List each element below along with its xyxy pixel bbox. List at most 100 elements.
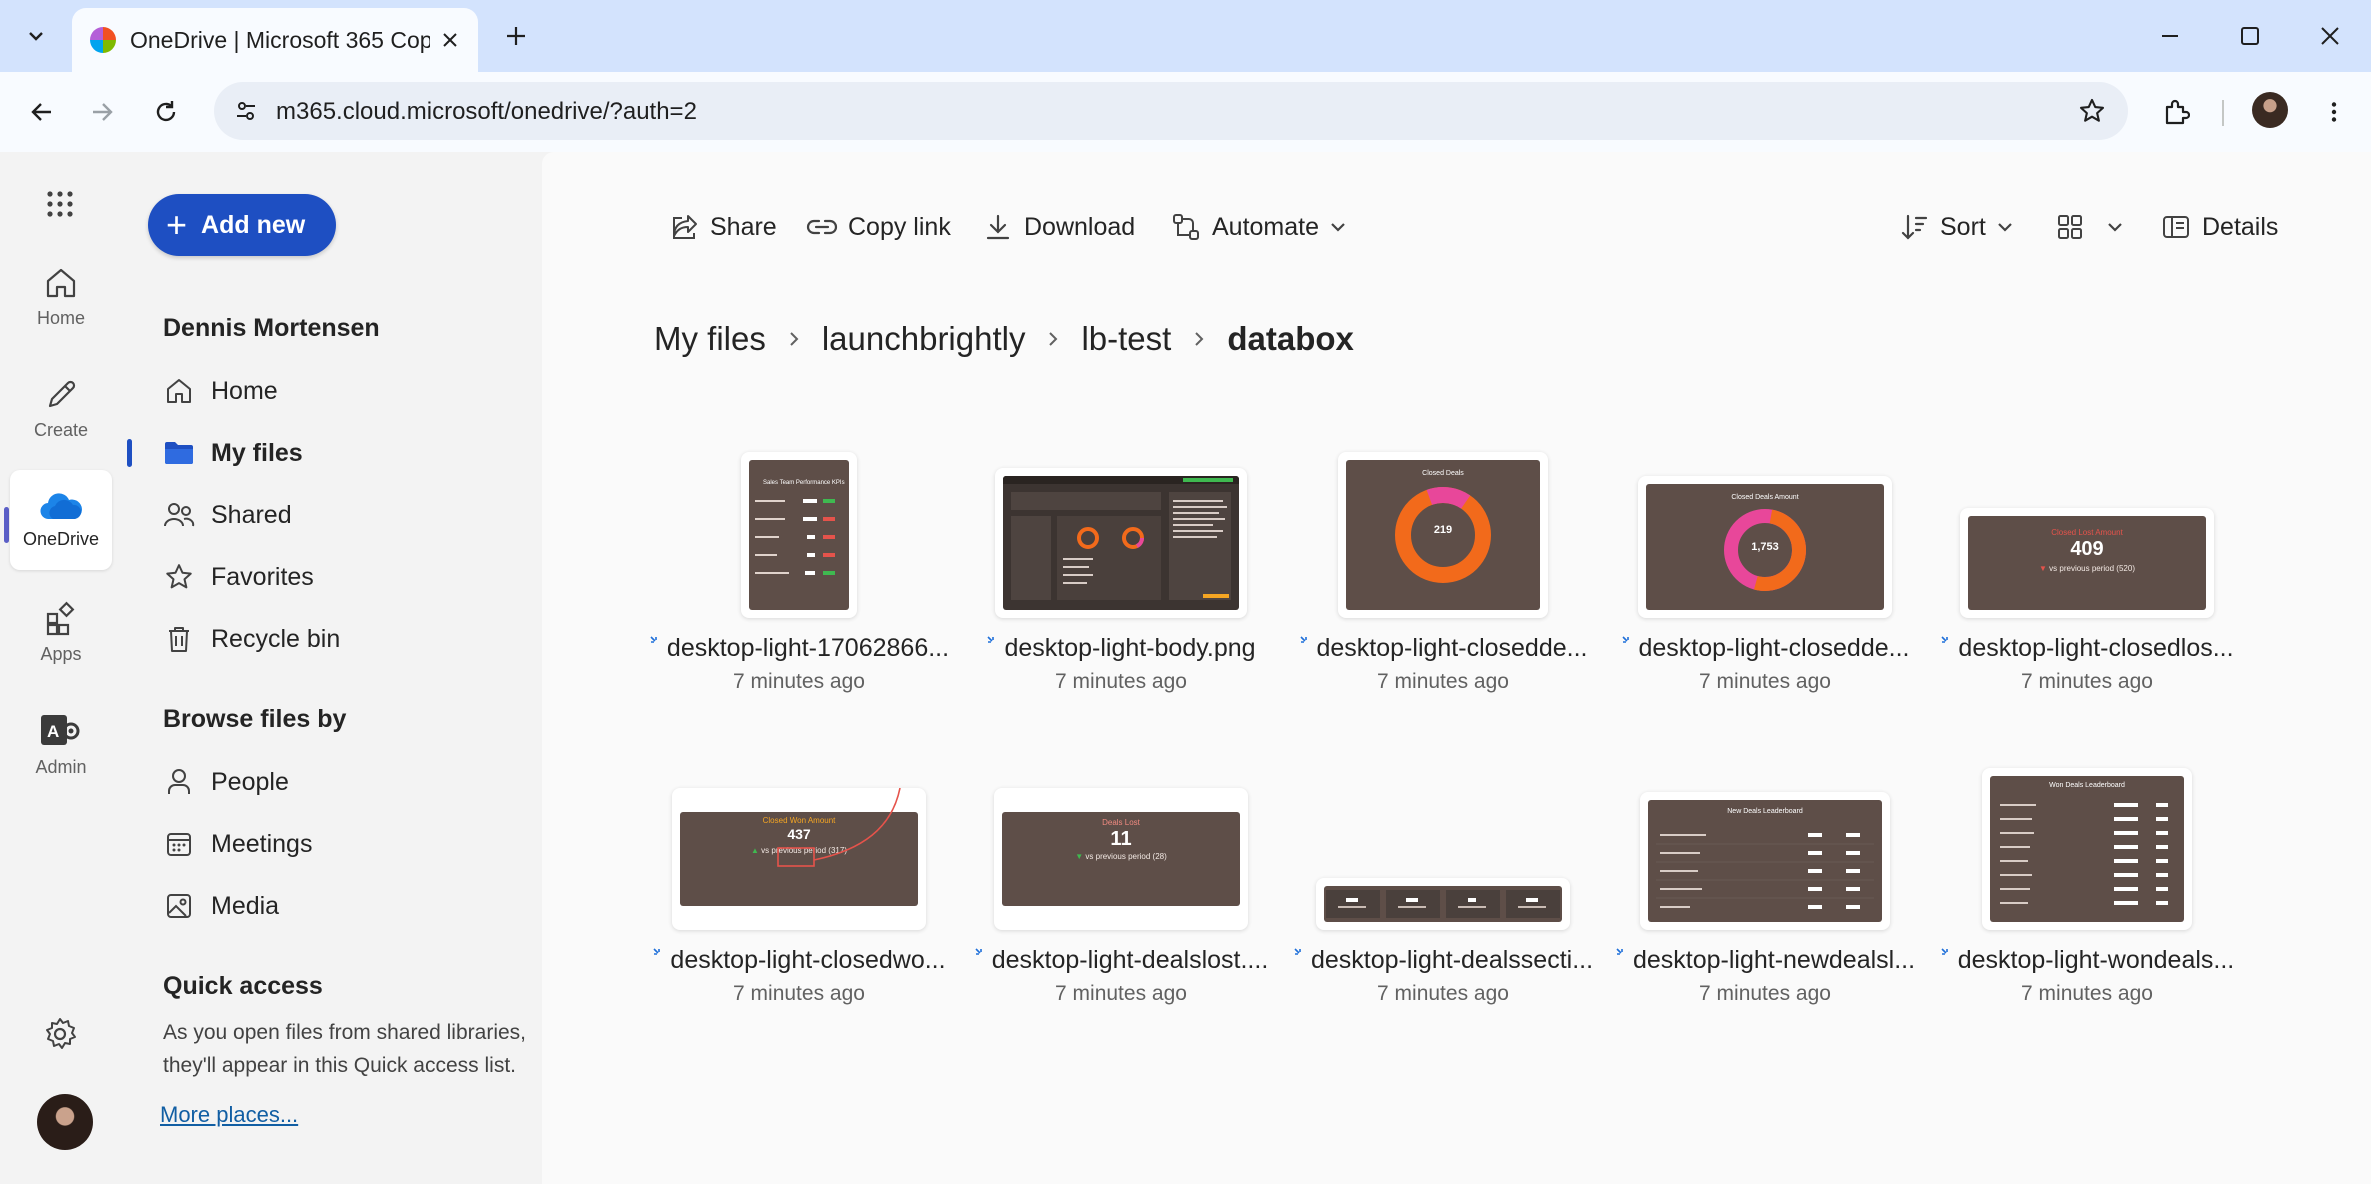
file-tile[interactable]: desktop-light-body.png 7 minutes ago	[966, 448, 1276, 698]
nav-item-label: People	[211, 767, 289, 796]
share-label: Share	[710, 212, 777, 241]
automate-button[interactable]: Automate	[1170, 204, 1347, 250]
share-icon	[668, 211, 700, 243]
add-new-button[interactable]: + Add new	[148, 194, 336, 256]
minimize-button[interactable]	[2142, 12, 2198, 60]
nav-item-favorites[interactable]: Favorites	[163, 552, 523, 602]
rail-item-label: Admin	[35, 756, 87, 777]
more-places-link[interactable]: More places...	[160, 1102, 298, 1128]
file-tile[interactable]: Deals Lost 11 ▼ vs previous period (28) …	[966, 760, 1276, 1010]
thumbnail-title: Sales Team Performance KPIs	[763, 480, 845, 486]
arrow-right-icon	[93, 103, 113, 121]
new-file-sparkle-icon	[987, 635, 995, 643]
browser-profile-avatar[interactable]	[2252, 92, 2288, 128]
donut-thumbnail-image: Closed Deals 219	[1346, 460, 1540, 610]
file-tile[interactable]: New Deals Leaderboard desktop-light-newd…	[1610, 760, 1920, 1010]
file-tile[interactable]: Sales Team Performance KPIs desktop-ligh…	[644, 448, 954, 698]
nav-item-shared[interactable]: Shared	[163, 490, 523, 540]
rail-item-onedrive[interactable]: OneDrive	[10, 470, 112, 570]
file-tile[interactable]: desktop-light-dealssecti... 7 minutes ag…	[1288, 760, 1598, 1010]
sort-button[interactable]: Sort	[1898, 204, 2014, 250]
rail-item-create[interactable]: Create	[10, 358, 112, 458]
share-button[interactable]: Share	[668, 204, 777, 250]
new-tab-button[interactable]	[496, 16, 536, 56]
browser-tabstrip: OneDrive | Microsoft 365 Copilot	[0, 0, 2371, 72]
file-thumbnail: Closed Deals Amount 1,753	[1610, 448, 1920, 618]
thumbnail-title: Deals Lost	[1102, 818, 1140, 827]
puzzle-icon	[2165, 99, 2190, 125]
browser-menu-button[interactable]	[2312, 90, 2356, 134]
details-button[interactable]: Details	[2160, 204, 2278, 250]
maximize-button[interactable]	[2222, 12, 2278, 60]
file-name-text: desktop-light-17062866...	[666, 634, 950, 662]
chevron-right-icon	[786, 329, 802, 349]
file-name-text: desktop-light-dealssecti...	[1310, 946, 1594, 974]
donut-value: 219	[1433, 524, 1453, 536]
file-tile[interactable]: Won Deals Leaderboard desktop-light-wond…	[1932, 760, 2242, 1010]
download-button[interactable]: Download	[982, 204, 1135, 250]
metric-thumbnail-image: Deals Lost 11 ▼ vs previous period (28)	[1002, 812, 1240, 906]
new-file-sparkle-icon	[975, 947, 982, 955]
rail-item-admin[interactable]: A Admin	[10, 694, 112, 794]
close-icon	[443, 33, 457, 47]
site-info-button[interactable]	[226, 91, 266, 131]
apps-icon	[46, 601, 75, 635]
minimize-icon	[2162, 35, 2178, 37]
rail-item-home[interactable]: Home	[10, 246, 112, 346]
metric-value: 11	[1110, 828, 1132, 850]
new-file-sparkle-icon	[1299, 635, 1307, 643]
file-name: desktop-light-wondeals...	[1932, 946, 2242, 975]
sort-label: Sort	[1940, 212, 1986, 241]
nav-item-my-files[interactable]: My files	[163, 428, 523, 478]
file-name: desktop-light-closedde...	[1610, 634, 1920, 663]
forward-button[interactable]	[80, 90, 124, 134]
tab-search-button[interactable]	[14, 14, 58, 58]
maximize-icon	[2241, 27, 2259, 45]
leaderboard-thumbnail-image: New Deals Leaderboard	[1648, 800, 1882, 922]
browser-tab-active[interactable]: OneDrive | Microsoft 365 Copilot	[72, 8, 478, 72]
bookmark-star-button[interactable]	[2074, 93, 2110, 129]
file-name: desktop-light-closedlos...	[1932, 634, 2242, 663]
back-button[interactable]	[20, 90, 64, 134]
reload-button[interactable]	[144, 90, 188, 134]
breadcrumb-item-my-files[interactable]: My files	[654, 320, 766, 358]
details-label: Details	[2202, 212, 2279, 241]
file-thumbnail: Closed Won Amount 437 ▲ vs previous peri…	[644, 760, 954, 930]
extensions-button[interactable]	[2154, 90, 2198, 134]
breadcrumb-item-lb-test[interactable]: lb-test	[1081, 320, 1171, 358]
copy-link-button[interactable]: Copy link	[806, 204, 951, 250]
rail-item-apps[interactable]: Apps	[10, 582, 112, 682]
file-modified: 7 minutes ago	[1699, 982, 1831, 1005]
file-thumbnail: Closed Lost Amount 409 ▼ vs previous per…	[1932, 448, 2242, 618]
rail-item-label: Apps	[40, 643, 82, 664]
nav-item-meetings[interactable]: Meetings	[163, 819, 523, 869]
file-tile[interactable]: Closed Won Amount 437 ▲ vs previous peri…	[644, 760, 954, 1010]
address-bar[interactable]: m365.cloud.microsoft/onedrive/?auth=2	[214, 82, 2128, 140]
file-name: desktop-light-body.png	[966, 634, 1276, 663]
more-vertical-icon	[2331, 102, 2337, 122]
file-tile[interactable]: Closed Lost Amount 409 ▼ vs previous per…	[1932, 448, 2242, 698]
donut-thumbnail-image: Closed Deals Amount 1,753	[1646, 484, 1884, 610]
onedrive-cloud-icon	[40, 492, 82, 519]
file-tile[interactable]: Closed Deals Amount 1,753 desktop-light-…	[1610, 448, 1920, 698]
file-tile[interactable]: Closed Deals 219 desktop-light-closedde.…	[1288, 448, 1598, 698]
url-text: m365.cloud.microsoft/onedrive/?auth=2	[276, 98, 697, 125]
breadcrumb-item-launchbrightly[interactable]: launchbrightly	[822, 320, 1026, 358]
browser-toolbar: m365.cloud.microsoft/onedrive/?auth=2	[0, 72, 2371, 152]
app-launcher-button[interactable]	[38, 182, 82, 226]
settings-button[interactable]	[38, 1012, 82, 1056]
breadcrumb-item-databox: databox	[1227, 320, 1354, 357]
rail-item-label: Create	[33, 419, 89, 440]
leaderboard-rows-graphic	[1656, 833, 1874, 909]
app-rail: Home Create OneDrive Apps A Admin	[0, 152, 122, 1184]
view-options-button[interactable]	[2054, 204, 2124, 250]
tab-close-button[interactable]	[436, 26, 464, 54]
nav-item-home[interactable]: Home	[163, 366, 523, 416]
user-avatar[interactable]	[37, 1094, 93, 1150]
nav-item-media[interactable]: Media	[163, 881, 523, 931]
new-file-sparkle-icon	[1941, 635, 1949, 643]
window-close-button[interactable]	[2302, 12, 2358, 60]
file-modified: 7 minutes ago	[2021, 982, 2153, 1005]
nav-item-people[interactable]: People	[163, 757, 523, 807]
nav-item-recycle-bin[interactable]: Recycle bin	[163, 614, 523, 664]
